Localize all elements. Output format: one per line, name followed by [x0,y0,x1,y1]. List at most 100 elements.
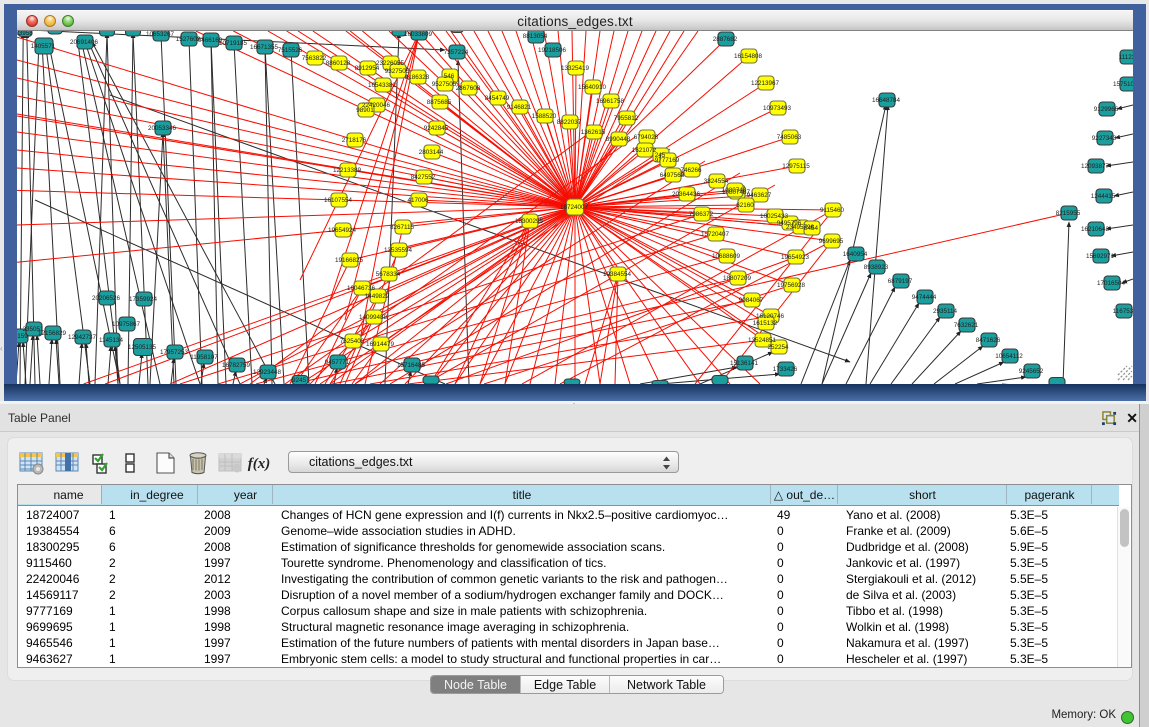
svg-text:1080748: 1080748 [722,187,747,194]
svg-text:9527505: 9527505 [432,81,457,88]
svg-text:9777169: 9777169 [655,157,680,164]
svg-text:16210643: 16210643 [1081,226,1110,233]
svg-text:9146821: 9146821 [507,104,532,111]
svg-text:9242845: 9242845 [424,125,449,132]
svg-text:9227343: 9227343 [1092,135,1117,142]
svg-text:8938923: 8938923 [864,264,889,271]
svg-text:11958107: 11958107 [190,354,218,361]
svg-text:8990448: 8990448 [606,136,631,143]
svg-text:17359924: 17359924 [129,296,158,303]
svg-text:7563822: 7563822 [302,55,327,62]
svg-text:18300295: 18300295 [515,218,544,225]
svg-text:6879197: 6879197 [888,278,913,285]
svg-text:16107554: 16107554 [324,197,353,204]
svg-text:7625402: 7625402 [340,338,365,345]
svg-text:9084067: 9084067 [739,297,764,304]
svg-text:1733426: 1733426 [773,366,798,373]
svg-text:18724007: 18724007 [560,204,589,211]
svg-text:15716485: 15716485 [397,362,426,369]
svg-text:8813054: 8813054 [523,33,548,40]
svg-text:16046736: 16046736 [347,285,376,292]
svg-text:8427552: 8427552 [411,174,436,181]
svg-text:18807209: 18807209 [723,275,752,282]
svg-text:12156829: 12156829 [38,330,67,337]
svg-text:546: 546 [444,73,455,80]
svg-text:1145134: 1145134 [99,337,124,344]
svg-text:19654924: 19654924 [328,227,357,234]
svg-text:7986372: 7986372 [689,211,714,218]
svg-text:10653267: 10653267 [146,31,175,38]
svg-text:8454: 8454 [804,225,819,232]
svg-text:11123: 11123 [1119,54,1133,61]
svg-text:20053346: 20053346 [148,125,177,132]
svg-text:20206526: 20206526 [92,295,121,302]
svg-text:12942737: 12942737 [68,334,97,341]
svg-text:2803144: 2803144 [419,149,444,156]
svg-text:1615132: 1615132 [753,320,778,327]
svg-text:8215955: 8215955 [1056,210,1081,217]
svg-text:7357224: 7357224 [444,49,469,56]
svg-text:16154808: 16154808 [734,53,763,60]
svg-text:417006: 417006 [407,197,429,204]
svg-text:15136141: 15136141 [730,360,759,367]
svg-text:1449822: 1449822 [365,293,390,300]
svg-text:10654112: 10654112 [995,353,1023,360]
svg-text:1621072: 1621072 [632,147,657,154]
svg-text:1640954: 1640954 [843,251,868,258]
svg-text:252254: 252254 [767,344,789,351]
svg-text:16120746: 16120746 [756,313,785,320]
svg-text:12923448: 12923448 [253,369,282,376]
svg-text:116753: 116753 [1113,308,1133,315]
svg-text:39159: 39159 [17,333,28,340]
svg-text:12975115: 12975115 [782,163,810,170]
svg-text:9115460: 9115460 [820,207,845,214]
svg-text:62160: 62160 [736,202,754,209]
svg-text:12213389: 12213389 [333,167,362,174]
svg-text:10688609: 10688609 [712,253,741,260]
svg-text:10975867: 10975867 [112,321,141,328]
svg-text:16648784: 16648784 [872,97,901,104]
svg-text:10719185: 10719185 [219,40,248,47]
svg-text:2867608: 2867608 [456,85,481,92]
svg-text:13524851: 13524851 [748,337,777,344]
svg-text:16961758: 16961758 [596,98,625,105]
svg-text:7485063: 7485063 [777,134,802,141]
svg-text:9245: 9245 [292,377,307,384]
svg-text:7515526: 7515526 [278,47,303,54]
svg-text:16543382: 16543382 [368,82,397,89]
svg-text:8267115: 8267115 [390,224,415,231]
svg-text:15640910: 15640910 [578,84,607,91]
svg-text:19654923: 19654923 [781,254,810,261]
svg-text:1588520: 1588520 [532,113,557,120]
svg-text:10025433: 10025433 [760,213,789,220]
svg-text:8186328: 8186328 [405,74,430,81]
svg-text:12505135: 12505135 [128,344,157,351]
svg-text:17016504: 17016504 [1097,280,1126,287]
svg-text:7955812: 7955812 [614,115,639,122]
svg-text:9463627: 9463627 [747,192,772,199]
svg-text:20364436: 20364436 [672,191,701,198]
svg-text:9245652: 9245652 [1019,368,1044,375]
svg-text:13325419: 13325419 [561,65,590,72]
svg-text:9474444: 9474444 [912,294,937,301]
svg-text:2718176: 2718176 [342,137,367,144]
svg-text:12213967: 12213967 [751,80,780,87]
svg-text:12093877: 12093877 [1081,163,1110,170]
svg-text:1405571: 1405571 [31,43,56,50]
svg-text:14099488: 14099488 [359,314,388,321]
svg-text:23958: 23958 [17,31,33,37]
svg-text:20691406: 20691406 [70,39,99,46]
svg-text:7632621: 7632621 [954,322,979,329]
svg-text:19218506: 19218506 [538,47,567,54]
svg-text:9457771: 9457771 [325,359,350,366]
svg-text:1244415: 1244415 [1091,193,1116,200]
svg-text:8875685: 8875685 [427,99,452,106]
svg-text:6497568: 6497568 [660,172,685,179]
svg-text:2887682: 2887682 [713,36,738,43]
svg-text:9129966: 9129966 [1094,106,1119,113]
svg-text:f(x): f(x) [248,456,271,472]
svg-text:16782759: 16782759 [222,362,251,369]
svg-text:8471626: 8471626 [976,337,1001,344]
svg-text:17957253: 17957253 [160,349,189,356]
svg-text:6794028: 6794028 [634,134,659,141]
